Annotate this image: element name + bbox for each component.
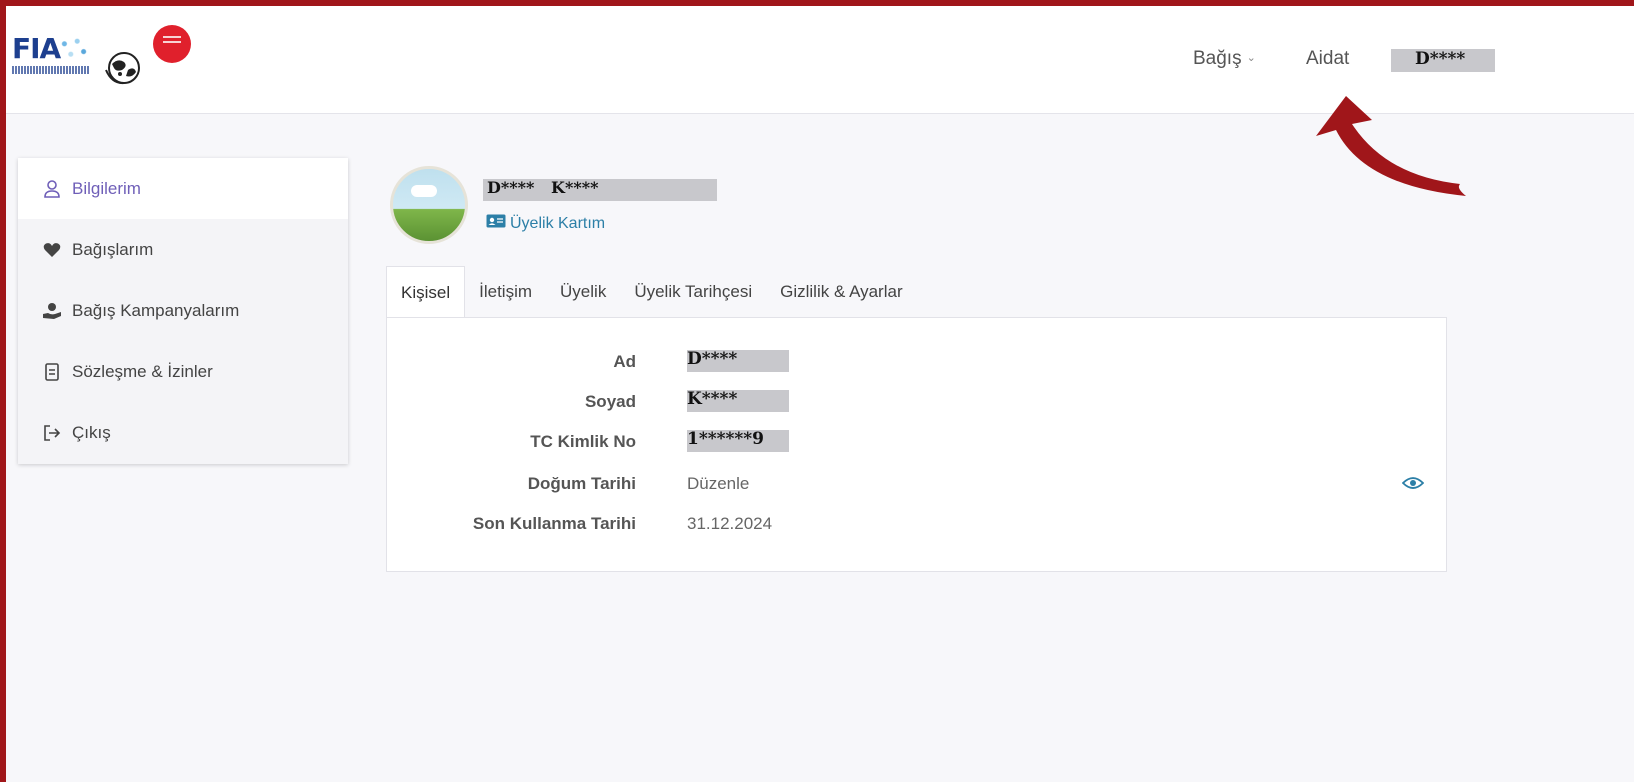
sidebar-item-sozlesme-izinler[interactable]: Sözleşme & İzinler [18, 341, 348, 402]
field-label: Soyad [584, 392, 636, 411]
red-circle-logo[interactable] [153, 25, 191, 63]
sidebar-item-bagis-kampanyalarim[interactable]: Bağış Kampanyalarım [18, 280, 348, 341]
nav-aidat-link[interactable]: Aidat [1306, 48, 1349, 70]
field-label: TC Kimlik No [530, 432, 636, 451]
tab-uyelik-tarihcesi[interactable]: Üyelik Tarihçesi [620, 266, 766, 318]
user-menu[interactable]: D**** [1391, 49, 1495, 72]
field-row-tc-kimlik-no: TC Kimlik No 1******9 [387, 428, 1446, 458]
account-sidebar: Bilgilerim Bağışlarım Bağış Kampanyaları… [18, 158, 348, 464]
membership-card-link[interactable]: Üyelik Kartım [486, 214, 605, 233]
field-value: 31.12.2024 [687, 514, 773, 533]
globe-logo[interactable] [102, 50, 146, 86]
nav-bagis-label: Bağış [1193, 48, 1242, 69]
fia-logo-subtitle [12, 66, 90, 74]
sidebar-item-label: Bağışlarım [72, 239, 154, 259]
field-label: Ad [613, 352, 636, 371]
field-value: K**** [687, 390, 789, 412]
field-value: D**** [687, 350, 789, 372]
chevron-down-icon: ⌄ [1246, 51, 1256, 64]
sidebar-item-label: Sözleşme & İzinler [72, 361, 213, 381]
hand-icon [42, 302, 62, 320]
tab-gizlilik-ayarlar[interactable]: Gizlilik & Ayarlar [766, 266, 917, 318]
field-value: 1******9 [687, 430, 789, 452]
sidebar-item-cikis[interactable]: Çıkış [18, 402, 348, 463]
field-row-son-kullanma-tarihi: Son Kullanma Tarihi 31.12.2024 [387, 510, 1446, 540]
field-row-dogum-tarihi: Doğum Tarihi Düzenle [387, 470, 1446, 500]
annotation-arrow [1316, 96, 1466, 196]
field-row-ad: Ad D**** [387, 348, 1446, 378]
tab-uyelik[interactable]: Üyelik [546, 266, 620, 318]
fia-logo[interactable]: FIA [12, 32, 92, 78]
tab-kisisel[interactable]: Kişisel [386, 266, 466, 318]
membership-card-label: Üyelik Kartım [510, 214, 606, 232]
fia-logo-dots [58, 36, 90, 62]
sidebar-item-label: Bilgilerim [72, 178, 141, 198]
edit-birthdate-link[interactable]: Düzenle [687, 474, 749, 494]
field-row-soyad: Soyad K**** [387, 388, 1446, 418]
sidebar-item-bilgilerim[interactable]: Bilgilerim [18, 158, 348, 219]
id-card-icon [486, 214, 506, 233]
field-label: Doğum Tarihi [527, 474, 636, 493]
personal-info-panel: Ad D**** Soyad K**** TC Kimlik No 1*****… [386, 317, 1447, 572]
sidebar-item-label: Bağış Kampanyalarım [72, 300, 240, 320]
eye-icon[interactable] [1401, 476, 1425, 495]
field-label: Son Kullanma Tarihi [472, 514, 636, 533]
fia-logo-text: FIA [12, 32, 61, 65]
profile-avatar[interactable] [390, 166, 468, 244]
heart-icon [42, 242, 62, 258]
tab-iletisim[interactable]: İletişim [465, 266, 546, 318]
nav-bagis-dropdown[interactable]: Bağış ⌄ [1193, 48, 1256, 70]
logout-icon [42, 424, 62, 441]
sidebar-item-label: Çıkış [72, 422, 111, 442]
sidebar-item-bagislarim[interactable]: Bağışlarım [18, 219, 348, 280]
document-icon [42, 362, 62, 381]
profile-tabs: Kişisel İletişim Üyelik Üyelik Tarihçesi… [386, 266, 917, 318]
browser-frame: FIA Bağış ⌄ Aidat D**** Bilgilerim Bağış… [6, 6, 1634, 782]
user-icon [42, 179, 62, 198]
profile-name: D**** K**** [483, 179, 717, 201]
